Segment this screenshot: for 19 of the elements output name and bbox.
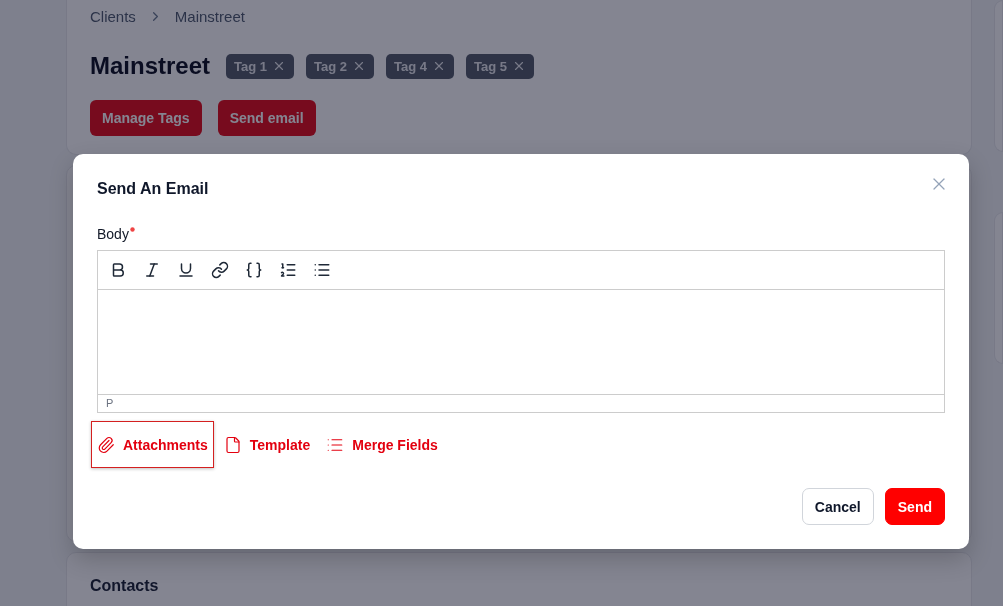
rich-text-editor[interactable]: P bbox=[97, 250, 945, 413]
tag-label: Tag 1 bbox=[234, 58, 268, 74]
tag-label: Tag 2 bbox=[314, 58, 348, 74]
breadcrumb-link[interactable]: Clients bbox=[90, 7, 136, 25]
action-button[interactable]: Manage Tags bbox=[90, 100, 202, 136]
paperclip-icon bbox=[97, 435, 115, 454]
attachment-link-button[interactable]: Attachments bbox=[91, 421, 214, 468]
section-title: Contacts bbox=[90, 577, 160, 595]
element-path: P bbox=[105, 396, 115, 411]
tag-label: Tag 4 bbox=[394, 58, 428, 74]
breadcrumb-link[interactable]: Mainstreet bbox=[174, 7, 245, 25]
send-button[interactable]: Send bbox=[884, 488, 945, 525]
document-icon bbox=[223, 435, 242, 454]
tag-label: Tag 5 bbox=[474, 58, 508, 74]
dialog-title: Send An Email bbox=[97, 180, 209, 198]
field-label: Body bbox=[97, 226, 945, 242]
action-button[interactable]: Send email bbox=[217, 100, 316, 136]
cancel-button[interactable]: Cancel bbox=[801, 488, 874, 525]
page-title: Mainstreet bbox=[90, 52, 211, 80]
